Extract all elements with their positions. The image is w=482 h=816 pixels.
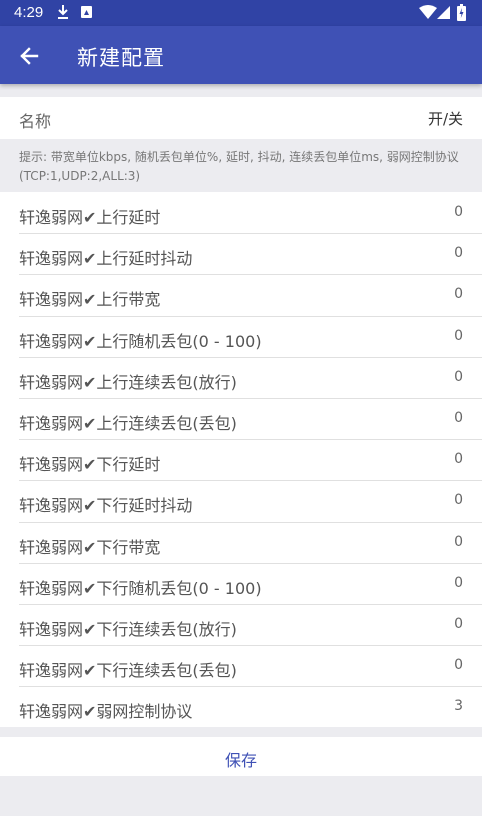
setting-label: 轩逸弱网✔上行延时 bbox=[19, 208, 161, 227]
download-icon bbox=[58, 5, 68, 19]
page-title: 新建配置 bbox=[77, 46, 165, 70]
settings-list: 轩逸弱网✔上行延时 0 轩逸弱网✔上行延时抖动 0 轩逸弱网✔上行带宽 0 轩逸… bbox=[0, 192, 482, 728]
cell-signal-icon bbox=[437, 6, 450, 19]
wifi-icon bbox=[419, 5, 437, 19]
setting-uplink-random-loss[interactable]: 轩逸弱网✔上行随机丢包(0 - 100) 0 bbox=[0, 315, 482, 357]
setting-value: 0 bbox=[454, 657, 463, 674]
save-label: 保存 bbox=[224, 751, 257, 770]
setting-value: 0 bbox=[454, 286, 463, 303]
setting-label: 轩逸弱网✔下行延时抖动 bbox=[19, 496, 193, 516]
setting-control-protocol[interactable]: 轩逸弱网✔弱网控制协议 3 bbox=[0, 686, 482, 727]
setting-value: 3 bbox=[454, 698, 463, 715]
setting-label: 轩逸弱网✔上行连续丢包(放行) bbox=[19, 372, 237, 392]
on-off-toggle[interactable]: 开/关 bbox=[428, 108, 463, 129]
name-label: 名称 bbox=[19, 112, 52, 131]
setting-uplink-bandwidth[interactable]: 轩逸弱网✔上行带宽 0 bbox=[0, 274, 482, 315]
setting-value: 0 bbox=[454, 245, 463, 262]
setting-label: 轩逸弱网✔下行连续丢包(放行) bbox=[19, 619, 237, 639]
setting-downlink-random-loss[interactable]: 轩逸弱网✔下行随机丢包(0 - 100) 0 bbox=[0, 562, 482, 604]
setting-uplink-delay[interactable]: 轩逸弱网✔上行延时 0 bbox=[0, 192, 482, 233]
setting-downlink-burst-pass[interactable]: 轩逸弱网✔下行连续丢包(放行) 0 bbox=[0, 603, 482, 645]
setting-label: 轩逸弱网✔上行随机丢包(0 - 100) bbox=[19, 331, 262, 351]
name-toggle-row[interactable]: 名称 开/关 bbox=[0, 97, 482, 139]
hint-text: 提示: 带宽单位kbps, 随机丢包单位%, 延时, 抖动, 连续丢包单位ms,… bbox=[19, 150, 459, 183]
setting-value: 0 bbox=[454, 615, 463, 632]
app-bar: 新建配置 bbox=[0, 26, 482, 84]
setting-value: 0 bbox=[454, 327, 463, 344]
status-time: 4:29 bbox=[14, 4, 44, 21]
setting-uplink-burst-drop[interactable]: 轩逸弱网✔上行连续丢包(丢包) 0 bbox=[0, 397, 482, 439]
battery-icon bbox=[457, 4, 466, 21]
setting-label: 轩逸弱网✔上行带宽 bbox=[19, 290, 161, 310]
setting-value: 0 bbox=[454, 451, 463, 468]
setting-label: 轩逸弱网✔上行延时抖动 bbox=[19, 249, 193, 269]
setting-label: 轩逸弱网✔弱网控制协议 bbox=[19, 702, 193, 722]
setting-label: 轩逸弱网✔下行连续丢包(丢包) bbox=[19, 661, 237, 681]
sd-card-icon bbox=[81, 6, 92, 18]
setting-value: 0 bbox=[454, 204, 463, 220]
setting-value: 0 bbox=[454, 409, 463, 426]
setting-downlink-bandwidth[interactable]: 轩逸弱网✔下行带宽 0 bbox=[0, 521, 482, 563]
setting-label: 轩逸弱网✔下行带宽 bbox=[19, 537, 161, 557]
setting-label: 轩逸弱网✔下行随机丢包(0 - 100) bbox=[19, 578, 262, 598]
setting-value: 0 bbox=[454, 533, 463, 550]
setting-uplink-burst-pass[interactable]: 轩逸弱网✔上行连续丢包(放行) 0 bbox=[0, 356, 482, 398]
arrow-back-icon[interactable] bbox=[14, 41, 44, 71]
setting-label: 轩逸弱网✔下行延时 bbox=[19, 455, 161, 475]
status-bar: 4:29 bbox=[0, 0, 482, 26]
setting-downlink-jitter[interactable]: 轩逸弱网✔下行延时抖动 0 bbox=[0, 480, 482, 521]
setting-downlink-burst-drop[interactable]: 轩逸弱网✔下行连续丢包(丢包) 0 bbox=[0, 645, 482, 686]
save-button[interactable]: 保存 bbox=[0, 737, 482, 776]
setting-value: 0 bbox=[454, 492, 463, 509]
setting-value: 0 bbox=[454, 368, 463, 385]
setting-downlink-delay[interactable]: 轩逸弱网✔下行延时 0 bbox=[0, 439, 482, 480]
setting-uplink-jitter[interactable]: 轩逸弱网✔上行延时抖动 0 bbox=[0, 233, 482, 274]
setting-value: 0 bbox=[454, 574, 463, 591]
setting-label: 轩逸弱网✔上行连续丢包(丢包) bbox=[19, 413, 237, 433]
